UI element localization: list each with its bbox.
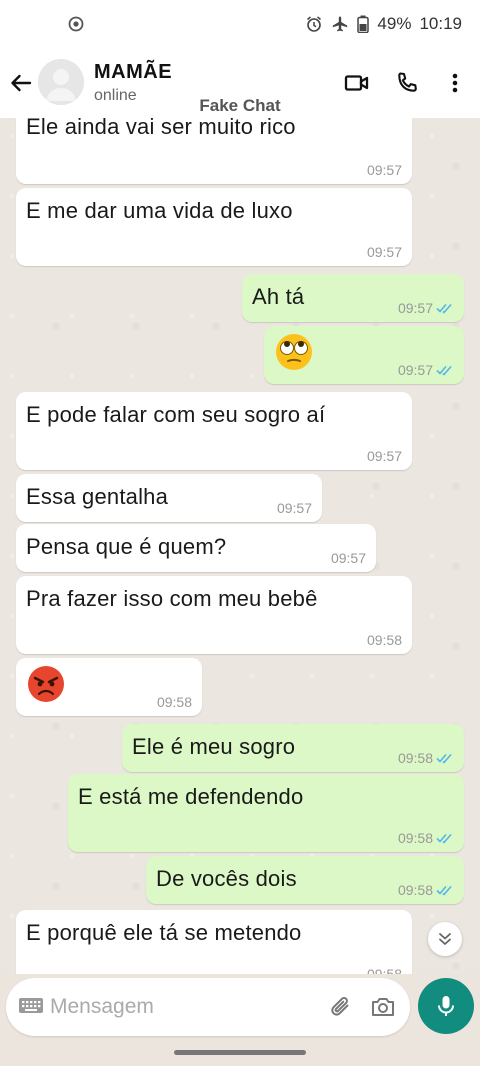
message-time: 09:57 xyxy=(276,500,312,516)
message-bubble-incoming[interactable]: E pode falar com seu sogro aí 09:57 xyxy=(16,392,412,470)
message-bubble-outgoing[interactable]: Ah tá 09:57 xyxy=(242,274,464,322)
message-time: 09:58 xyxy=(398,830,454,846)
more-vert-icon[interactable] xyxy=(442,70,468,96)
attach-icon[interactable] xyxy=(328,994,354,1020)
message-text: E está me defendendo xyxy=(78,784,304,809)
message-text: E porquê ele tá se metendo xyxy=(26,920,302,945)
message-input-bar xyxy=(6,978,410,1036)
message-bubble-incoming[interactable]: Ele ainda vai ser muito rico 09:57 xyxy=(16,118,412,184)
read-ticks-icon xyxy=(436,885,452,896)
message-time: 09:57 xyxy=(366,162,402,178)
battery-icon xyxy=(357,15,370,33)
clock: 10:19 xyxy=(419,14,462,33)
read-ticks-icon xyxy=(436,753,452,764)
alarm-icon xyxy=(307,16,322,32)
home-gesture-bar[interactable] xyxy=(174,1050,306,1055)
message-time: 09:57 xyxy=(398,362,454,378)
chevron-double-down-icon xyxy=(439,933,451,945)
read-ticks-icon xyxy=(436,365,452,376)
phone-icon[interactable] xyxy=(394,70,420,96)
message-time: 09:57 xyxy=(366,244,402,260)
message-time: 09:58 xyxy=(398,882,454,898)
mic-icon xyxy=(438,996,454,1016)
message-bubble-incoming[interactable]: Pra fazer isso com meu bebê 09:58 xyxy=(16,576,412,654)
scroll-to-bottom-button[interactable] xyxy=(428,922,462,956)
message-time: 09:58 xyxy=(366,966,402,974)
keyboard-icon[interactable] xyxy=(18,995,44,1017)
message-time: 09:57 xyxy=(366,448,402,464)
message-bubble-outgoing[interactable]: E está me defendendo 09:58 xyxy=(68,774,464,852)
status-right: 49% 10:19 xyxy=(305,14,462,34)
cast-dot-icon xyxy=(68,16,84,32)
message-text: Pra fazer isso com meu bebê xyxy=(26,586,318,611)
message-time: 09:57 xyxy=(398,300,454,316)
system-nav-bar xyxy=(0,1040,480,1066)
back-arrow-icon[interactable] xyxy=(8,70,34,96)
message-bubble-incoming[interactable]: Essa gentalha 09:57 xyxy=(16,474,322,522)
camera-icon[interactable] xyxy=(370,994,396,1020)
message-text: E me dar uma vida de luxo xyxy=(26,198,293,223)
chat-area[interactable]: Ele ainda vai ser muito rico 09:57 E me … xyxy=(0,118,480,974)
contact-name[interactable]: MAMÃE xyxy=(94,61,172,84)
status-bar: 49% 10:19 xyxy=(0,0,480,50)
message-time: 09:57 xyxy=(330,550,366,566)
message-text: E pode falar com seu sogro aí xyxy=(26,402,326,427)
angry-face-emoji-icon xyxy=(28,666,64,702)
message-bubble-incoming[interactable]: E porquê ele tá se metendo 09:58 xyxy=(16,910,412,974)
message-time: 09:58 xyxy=(398,750,454,766)
message-input[interactable] xyxy=(50,990,310,1024)
watermark-label: Fake Chat xyxy=(199,96,281,115)
video-call-icon[interactable] xyxy=(344,70,370,96)
airplane-icon xyxy=(333,16,348,32)
message-text: Essa gentalha xyxy=(26,484,169,509)
message-bubble-outgoing[interactable]: 09:57 xyxy=(264,326,464,384)
message-bubble-incoming[interactable]: 09:58 xyxy=(16,658,202,716)
read-ticks-icon xyxy=(436,303,452,314)
message-bubble-incoming[interactable]: E me dar uma vida de luxo 09:57 xyxy=(16,188,412,266)
message-text: Pensa que é quem? xyxy=(26,534,227,559)
message-bubble-outgoing[interactable]: Ele é meu sogro 09:58 xyxy=(122,724,464,772)
message-time: 09:58 xyxy=(366,632,402,648)
message-time: 09:58 xyxy=(156,694,192,710)
read-ticks-icon xyxy=(436,833,452,844)
voice-record-button[interactable] xyxy=(418,978,474,1034)
message-bubble-outgoing[interactable]: De vocês dois 09:58 xyxy=(146,856,464,904)
rolling-eyes-emoji-icon xyxy=(276,334,312,370)
message-bubble-incoming[interactable]: Pensa que é quem? 09:57 xyxy=(16,524,376,572)
battery-percent: 49% xyxy=(377,14,412,33)
message-text: Ele ainda vai ser muito rico xyxy=(26,118,296,139)
